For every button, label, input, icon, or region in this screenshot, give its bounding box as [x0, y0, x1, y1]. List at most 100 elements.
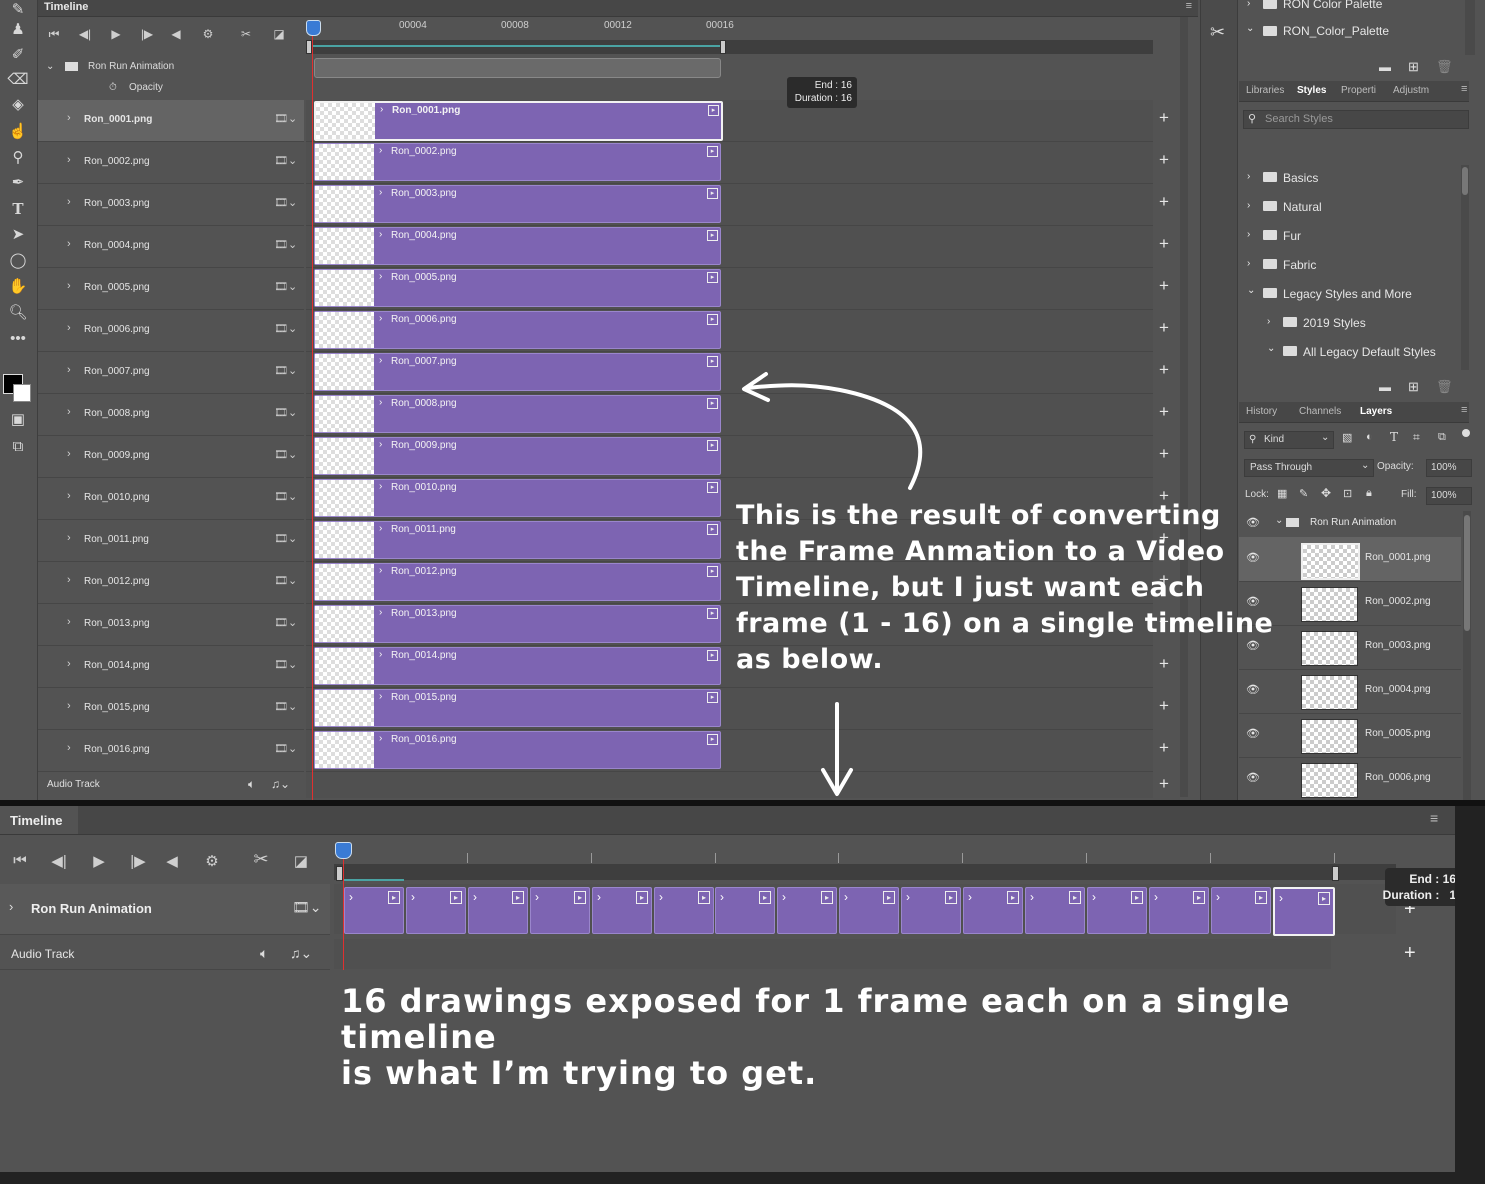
clip-options-icon[interactable]: ▸ — [1318, 892, 1330, 905]
chevron-right-icon[interactable]: › — [67, 658, 71, 670]
chevron-right-icon[interactable]: › — [1247, 200, 1250, 211]
stopwatch-icon[interactable]: ⏱ — [109, 82, 117, 93]
chevron-right-icon[interactable]: › — [379, 439, 382, 450]
dodge-icon[interactable]: ⚲ — [7, 148, 29, 168]
panel-menu-icon[interactable]: ≡ — [1461, 83, 1467, 95]
frame-clip[interactable]: › ▸ — [344, 887, 404, 934]
style-folder-row[interactable]: › Fur — [1239, 223, 1461, 251]
search-styles-field[interactable]: ⚲ Search Styles — [1243, 110, 1469, 129]
chevron-right-icon[interactable]: › — [379, 607, 382, 618]
chevron-right-icon[interactable]: › — [379, 733, 382, 744]
film-strip-icon[interactable]: 🎞︎⌄ — [274, 532, 297, 545]
style-folder-row[interactable]: › Natural — [1239, 194, 1461, 222]
clip-options-icon[interactable]: ▸ — [707, 314, 718, 325]
frame-clip[interactable]: › ▸ — [1025, 887, 1085, 934]
chevron-right-icon[interactable]: › — [473, 890, 477, 904]
panel-menu-icon[interactable]: ≡ — [1186, 0, 1192, 12]
timeline-layer-row[interactable]: › Ron_0016.png 🎞︎⌄ — [38, 730, 304, 772]
frame-clip[interactable]: › ▸ — [530, 887, 590, 934]
film-strip-icon[interactable]: 🎞︎⌄ — [274, 742, 297, 755]
film-strip-icon[interactable]: 🎞︎⌄ — [274, 154, 297, 167]
timeline-layer-row[interactable]: › Ron_0006.png 🎞︎⌄ — [38, 310, 304, 352]
ellipse-icon[interactable]: ◯ — [7, 251, 29, 271]
work-area-start-handle[interactable] — [336, 866, 343, 881]
add-audio-plus-icon[interactable]: + — [1159, 774, 1169, 794]
chevron-right-icon[interactable]: › — [535, 890, 539, 904]
eye-icon[interactable]: 👁︎ — [1246, 727, 1260, 740]
clip-options-icon[interactable]: ▸ — [707, 440, 718, 451]
playhead-handle[interactable] — [306, 20, 321, 36]
layer-clip[interactable]: › Ron_0009.png ▸ — [314, 437, 721, 475]
chevron-right-icon[interactable]: › — [968, 890, 972, 904]
layer-clip[interactable]: › Ron_0001.png ▸ — [314, 101, 723, 141]
smart-object-filter-icon[interactable]: ⧉ — [1438, 431, 1446, 444]
chevron-right-icon[interactable]: › — [379, 523, 382, 534]
next-frame-icon[interactable]: |▶ — [137, 27, 157, 41]
layer-clip[interactable]: › Ron_0008.png ▸ — [314, 395, 721, 433]
transition-icon[interactable]: ◪ — [289, 852, 313, 870]
work-area-bar[interactable] — [306, 40, 1153, 54]
new-style-icon[interactable]: ⊞ — [1408, 379, 1419, 395]
chevron-right-icon[interactable]: › — [67, 280, 71, 292]
frame-clip[interactable]: › ▸ — [839, 887, 899, 934]
clip-options-icon[interactable]: ▸ — [450, 891, 462, 904]
frame-clip[interactable]: › ▸ — [1087, 887, 1147, 934]
chevron-right-icon[interactable]: › — [379, 313, 382, 324]
clip-options-icon[interactable]: ▸ — [512, 891, 524, 904]
frame-clip[interactable]: › ▸ — [406, 887, 466, 934]
chevron-down-icon[interactable]: ⌄ — [1246, 23, 1254, 34]
transition-icon[interactable]: ◪ — [269, 27, 289, 41]
prev-frame-icon[interactable]: ◀| — [75, 27, 95, 41]
chevron-right-icon[interactable]: › — [379, 271, 382, 282]
chevron-right-icon[interactable]: › — [67, 532, 71, 544]
chevron-right-icon[interactable]: › — [67, 616, 71, 628]
film-strip-icon[interactable]: 🎞︎⌄ — [274, 574, 297, 587]
clip-options-icon[interactable]: ▸ — [698, 891, 710, 904]
clip-options-icon[interactable]: ▸ — [707, 230, 718, 241]
settings-gear-icon[interactable]: ⚙ — [198, 27, 218, 41]
clip-options-icon[interactable]: ▸ — [1193, 891, 1205, 904]
group-track-header[interactable]: › Ron Run Animation 🎞︎⌄ — [0, 884, 330, 935]
chevron-right-icon[interactable]: › — [379, 691, 382, 702]
chevron-right-icon[interactable]: › — [67, 574, 71, 586]
clip-options-icon[interactable]: ▸ — [707, 692, 718, 703]
clip-options-icon[interactable]: ▸ — [707, 398, 718, 409]
chevron-right-icon[interactable]: › — [67, 364, 71, 376]
chevron-right-icon[interactable]: › — [379, 187, 382, 198]
timeline-layer-row[interactable]: › Ron_0001.png 🎞︎⌄ — [38, 100, 304, 142]
timeline-layer-row[interactable]: › Ron_0015.png 🎞︎⌄ — [38, 688, 304, 730]
chevron-right-icon[interactable]: › — [9, 899, 13, 914]
chevron-right-icon[interactable]: › — [379, 565, 382, 576]
audio-track-row[interactable]: Audio Track 🔈︎ ♫⌄ — [0, 939, 330, 970]
new-item-icon[interactable]: ⊞ — [1408, 59, 1419, 75]
film-strip-icon[interactable]: 🎞︎⌄ — [274, 658, 297, 671]
layer-clip[interactable]: › Ron_0016.png ▸ — [314, 731, 721, 769]
shape-filter-icon[interactable]: ⌗ — [1413, 430, 1420, 445]
clip-options-icon[interactable]: ▸ — [707, 650, 718, 661]
work-area-end-handle[interactable] — [1332, 866, 1339, 881]
layer-clip[interactable]: › Ron_0014.png ▸ — [314, 647, 721, 685]
audio-mute-icon[interactable]: ◀ — [160, 852, 184, 870]
clip-options-icon[interactable]: ▸ — [707, 188, 718, 199]
swatch-folder[interactable]: › RON Color Palette — [1239, 0, 1461, 20]
tab-history[interactable]: History — [1246, 406, 1277, 417]
screen-mode-icon[interactable]: ⧉ — [7, 437, 29, 457]
lock-artboard-icon[interactable]: ⊡ — [1343, 487, 1352, 500]
frame-clip[interactable]: › ▸ — [1211, 887, 1271, 934]
layer-clip[interactable]: › Ron_0007.png ▸ — [314, 353, 721, 391]
lock-transparent-icon[interactable]: ▦ — [1277, 487, 1287, 500]
frame-clip[interactable]: › ▸ — [592, 887, 652, 934]
chevron-right-icon[interactable]: › — [379, 397, 382, 408]
pen-icon[interactable]: ✒ — [7, 173, 29, 193]
stamp-icon[interactable]: ♟ — [7, 20, 29, 40]
eraser-icon[interactable]: ⌫ — [7, 70, 29, 90]
history-brush-icon[interactable]: ✐ — [7, 45, 29, 65]
timeline-tab[interactable]: Timeline — [0, 806, 78, 834]
timeline-layer-row[interactable]: › Ron_0013.png 🎞︎⌄ — [38, 604, 304, 646]
layer-clip[interactable]: › Ron_0003.png ▸ — [314, 185, 721, 223]
clip-options-icon[interactable]: ▸ — [759, 891, 771, 904]
panel-menu-icon[interactable]: ≡ — [1430, 810, 1438, 826]
frame-clip[interactable]: › ▸ — [963, 887, 1023, 934]
audio-mute-icon[interactable]: ◀ — [166, 27, 186, 41]
timeline-layer-row[interactable]: › Ron_0004.png 🎞︎⌄ — [38, 226, 304, 268]
